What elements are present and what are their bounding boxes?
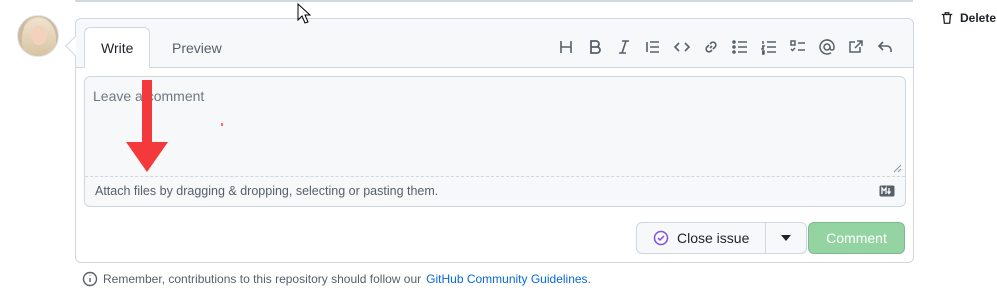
attach-files-bar[interactable]: Attach files by dragging & dropping, sel… — [85, 176, 905, 206]
mention-icon[interactable] — [812, 36, 841, 58]
unordered-list-icon[interactable] — [725, 36, 754, 58]
community-guidelines-link[interactable]: GitHub Community Guidelines — [426, 272, 587, 286]
reference-icon[interactable] — [841, 36, 870, 58]
tab-preview[interactable]: Preview — [156, 27, 238, 69]
markdown-icon[interactable] — [879, 185, 895, 197]
close-options-dropdown[interactable] — [766, 223, 806, 253]
guidelines-suffix: . — [587, 272, 591, 286]
info-icon — [82, 271, 98, 287]
attach-hint: Attach files by dragging & dropping, sel… — [95, 184, 439, 198]
heading-icon[interactable] — [551, 36, 580, 58]
task-list-icon[interactable] — [783, 36, 812, 58]
link-icon[interactable] — [696, 36, 725, 58]
markdown-toolbar — [551, 36, 899, 58]
code-icon[interactable] — [667, 36, 696, 58]
stray-mark — [221, 123, 223, 126]
quote-icon[interactable] — [638, 36, 667, 58]
caret-down-icon — [781, 235, 792, 241]
close-issue-button[interactable]: Close issue — [637, 223, 767, 253]
close-issue-group: Close issue — [636, 222, 808, 254]
reply-icon[interactable] — [870, 36, 899, 58]
italic-icon[interactable] — [609, 36, 638, 58]
resize-handle-icon[interactable] — [892, 163, 902, 173]
delete-label: Delete i — [960, 11, 997, 25]
avatar[interactable] — [17, 15, 59, 57]
close-issue-label: Close issue — [677, 230, 750, 246]
timeline-divider — [75, 0, 913, 2]
comment-textarea[interactable] — [85, 77, 905, 176]
issue-closed-icon — [653, 230, 669, 246]
delete-issue-link[interactable]: Delete i — [940, 10, 997, 26]
trash-icon — [941, 12, 953, 24]
tab-bar: Write Preview — [76, 19, 913, 68]
avatar-face — [31, 25, 47, 45]
guidelines-note: Remember, contributions to this reposito… — [82, 271, 591, 287]
comment-editor: Attach files by dragging & dropping, sel… — [84, 76, 906, 207]
guidelines-prefix: Remember, contributions to this reposito… — [103, 272, 422, 286]
mouse-pointer-icon — [297, 3, 311, 24]
annotation-arrow-icon — [126, 80, 168, 172]
ordered-list-icon[interactable] — [754, 36, 783, 58]
comment-button[interactable]: Comment — [808, 222, 905, 254]
tab-write[interactable]: Write — [84, 27, 151, 68]
bold-icon[interactable] — [580, 36, 609, 58]
